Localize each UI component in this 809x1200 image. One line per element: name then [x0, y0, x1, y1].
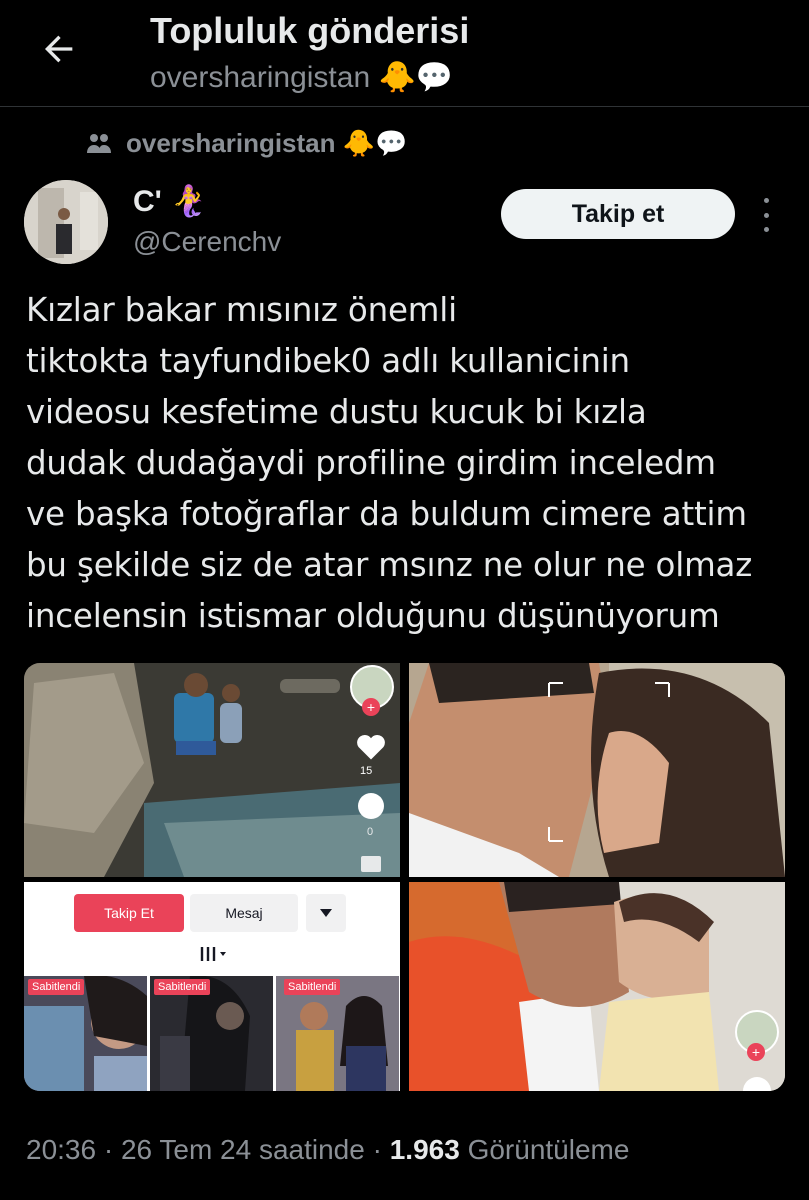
tiktok-follow-plus-icon[interactable]: + [747, 1043, 765, 1061]
top-bar: Topluluk gönderisi oversharingistan 🐥💬 [0, 0, 809, 107]
tweet-line: bu şekilde siz de atar msınz ne olur ne … [26, 546, 753, 584]
tiktok-message-button[interactable]: Mesaj [190, 894, 298, 932]
author-name[interactable]: C' 🧜‍♀️ [133, 184, 208, 219]
media-image-3[interactable]: Takip Et Mesaj Sabitlendi Sabitlendi Sab… [24, 882, 400, 1091]
tweet-line: ve başka fotoğraflar da buldum cimere at… [26, 495, 747, 533]
page-title: Topluluk gönderisi [150, 10, 470, 51]
timestamp[interactable]: 20:36 · 26 Tem 24 saatinde · [26, 1134, 390, 1165]
media-image-1[interactable]: + 15 [24, 663, 400, 877]
share-icon[interactable] [361, 856, 381, 872]
follow-button[interactable]: Takip et [501, 189, 735, 239]
tweet-line: videosu kesfetime dustu kucuk bi kızla [26, 393, 647, 431]
community-link[interactable]: oversharingistan 🐥💬 [86, 128, 407, 159]
pinned-badge: Sabitlendi [284, 979, 341, 995]
author-handle[interactable]: @Cerenchv [133, 226, 281, 258]
media-image-2[interactable] [409, 663, 785, 877]
grid-tab-icon[interactable] [200, 945, 230, 968]
heart-icon[interactable] [356, 733, 386, 766]
tweet-line: Kızlar bakar mısınız önemli [26, 291, 457, 329]
tweet-line: tiktokta tayfundibek0 adlı kullanicinin [26, 342, 630, 380]
avatar[interactable] [24, 180, 108, 264]
tweet-meta: 20:36 · 26 Tem 24 saatinde · 1.963 Görün… [26, 1134, 629, 1166]
views-count[interactable]: 1.963 [390, 1134, 460, 1165]
back-arrow-icon[interactable] [36, 26, 82, 72]
tiktok-follow-plus-icon[interactable]: + [362, 698, 380, 716]
views-label: Görüntüleme [459, 1134, 630, 1165]
page-subtitle: oversharingistan 🐥💬 [150, 61, 454, 94]
chevron-down-icon[interactable] [306, 894, 346, 932]
like-count: 15 [360, 765, 373, 777]
community-name: oversharingistan 🐥💬 [126, 128, 408, 158]
tweet-text: Kızlar bakar mısınız önemli tiktokta tay… [26, 285, 796, 642]
more-vertical-icon[interactable] [756, 198, 776, 232]
comment-count: 0 [367, 826, 374, 838]
people-icon [87, 133, 111, 153]
pinned-badge: Sabitlendi [28, 979, 85, 995]
media-image-4[interactable]: + [409, 882, 785, 1091]
pinned-badge: Sabitlendi [154, 979, 211, 995]
tweet-line: incelensin istismar olduğunu düşünüyorum [26, 597, 720, 635]
tweet-line: dudak dudağaydi profiline girdim inceled… [26, 444, 716, 482]
tiktok-follow-button[interactable]: Takip Et [74, 894, 184, 932]
comment-icon[interactable] [358, 793, 384, 819]
